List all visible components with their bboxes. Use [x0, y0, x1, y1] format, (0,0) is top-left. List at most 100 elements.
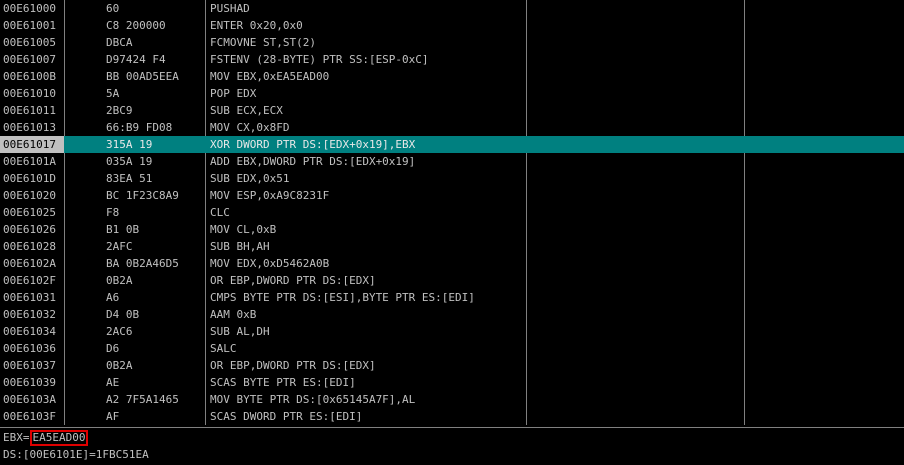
row-address: 00E61032	[3, 308, 56, 321]
row-instruction: MOV EBX,0xEA5EAD00	[210, 70, 330, 83]
row-instruction: OR EBP,DWORD PTR DS:[EDX]	[210, 359, 376, 372]
ebx-value-highlight: EA5EAD00	[29, 430, 89, 446]
row-address: 00E6101D	[3, 172, 56, 185]
row-instruction: AAM 0xB	[210, 308, 257, 321]
row-hex-bytes: BB 00AD5EEA	[106, 70, 179, 83]
disassembly-row[interactable]: 00E61028 2AFC SUB BH,AH	[0, 238, 904, 255]
disassembly-row[interactable]: 00E61037 0B2A OR EBP,DWORD PTR DS:[EDX]	[0, 357, 904, 374]
row-hex-bytes: 2AC6	[106, 325, 133, 338]
row-hex-bytes: 2AFC	[106, 240, 133, 253]
row-instruction: MOV CX,0x8FD	[210, 121, 290, 134]
row-address: 00E6100B	[3, 70, 56, 83]
row-hex-bytes: BA 0B2A46D5	[106, 257, 179, 270]
disassembly-row[interactable]: 00E61011 2BC9 SUB ECX,ECX	[0, 102, 904, 119]
disassembly-row[interactable]: 00E6101A 035A 19 ADD EBX,DWORD PTR DS:[EDX…	[0, 153, 904, 170]
disassembly-row[interactable]: 00E61039 AE SCAS BYTE PTR ES:[EDI]	[0, 374, 904, 391]
row-hex-bytes: B1 0B	[106, 223, 140, 236]
row-address: 00E6102F	[3, 274, 56, 287]
row-instruction: FSTENV (28-BYTE) PTR SS:[ESP-0xC]	[210, 53, 429, 66]
row-hex-bytes: 66:B9 FD08	[106, 121, 173, 134]
row-address: 00E61028	[3, 240, 56, 253]
row-instruction: SUB BH,AH	[210, 240, 270, 253]
row-hex-bytes: C8 200000	[106, 19, 166, 32]
row-instruction: SALC	[210, 342, 237, 355]
row-address: 00E61013	[3, 121, 56, 134]
row-hex-bytes: AE	[106, 376, 120, 389]
row-instruction: ENTER 0x20,0x0	[210, 19, 303, 32]
row-hex-bytes: A6	[106, 291, 120, 304]
disassembly-row[interactable]: 00E61034 2AC6 SUB AL,DH	[0, 323, 904, 340]
row-hex-bytes: 035A 19	[106, 155, 153, 168]
row-instruction: MOV EDX,0xD5462A0B	[210, 257, 330, 270]
row-hex-bytes: 60	[106, 2, 120, 15]
disassembly-row[interactable]: 00E61025 F8 CLC	[0, 204, 904, 221]
disassembly-row-selected[interactable]: 00E61017 315A 19 XOR DWORD PTR DS:[EDX+0x1…	[0, 136, 904, 153]
disassembly-row[interactable]: 00E6102A BA 0B2A46D5 MOV EDX,0xD5462A0B	[0, 255, 904, 272]
row-hex-bytes: 315A 19	[106, 138, 153, 151]
row-instruction: SUB AL,DH	[210, 325, 270, 338]
disassembly-row[interactable]: 00E61026 B1 0B MOV CL,0xB	[0, 221, 904, 238]
disassembly-row[interactable]: 00E6103F AF SCAS DWORD PTR ES:[EDI]	[0, 408, 904, 425]
disassembly-row[interactable]: 00E61005 DBCA FCMOVNE ST,ST(2)	[0, 34, 904, 51]
info-pane[interactable]: EBX= EA5EAD00 DS:[00E6101E]=1FBC51EA	[0, 427, 904, 465]
row-instruction: SCAS DWORD PTR ES:[EDI]	[210, 410, 363, 423]
disassembly-row[interactable]: 00E61010 5A POP EDX	[0, 85, 904, 102]
row-address: 00E61020	[3, 189, 56, 202]
disassembly-row[interactable]: 00E61020 BC 1F23C8A9 MOV ESP,0xA9C8231F	[0, 187, 904, 204]
disassembly-row[interactable]: 00E61001 C8 200000 ENTER 0x20,0x0	[0, 17, 904, 34]
row-address: 00E61039	[3, 376, 56, 389]
row-instruction: SCAS BYTE PTR ES:[EDI]	[210, 376, 356, 389]
row-address: 00E61031	[3, 291, 56, 304]
row-hex-bytes: D4 0B	[106, 308, 140, 321]
row-address: 00E61034	[3, 325, 56, 338]
row-address: 00E61036	[3, 342, 56, 355]
row-address: 00E61037	[3, 359, 56, 372]
row-instruction: SUB EDX,0x51	[210, 172, 290, 185]
row-address: 00E61000	[3, 2, 56, 15]
row-address: 00E61010	[3, 87, 56, 100]
row-address: 00E6101A	[3, 155, 56, 168]
disassembly-row[interactable]: 00E6102F 0B2A OR EBP,DWORD PTR DS:[EDX]	[0, 272, 904, 289]
disassembly-row[interactable]: 00E6103A A2 7F5A1465 MOV BYTE PTR DS:[0x65…	[0, 391, 904, 408]
ds-info-line: DS:[00E6101E]=1FBC51EA	[3, 448, 149, 461]
row-instruction: MOV ESP,0xA9C8231F	[210, 189, 330, 202]
row-address: 00E61017	[0, 136, 64, 153]
row-hex-bytes: AF	[106, 410, 120, 423]
row-hex-bytes: 0B2A	[106, 274, 133, 287]
row-instruction: PUSHAD	[210, 2, 250, 15]
row-address: 00E61001	[3, 19, 56, 32]
row-instruction: POP EDX	[210, 87, 257, 100]
row-instruction: XOR DWORD PTR DS:[EDX+0x19],EBX	[210, 138, 416, 151]
row-instruction: FCMOVNE ST,ST(2)	[210, 36, 316, 49]
row-hex-bytes: D97424 F4	[106, 53, 166, 66]
disassembly-pane[interactable]: 00E61000 60 PUSHAD 00E61001 C8 200000 ENTER 0…	[0, 0, 904, 425]
disassembly-row[interactable]: 00E61013 66:B9 FD08 MOV CX,0x8FD	[0, 119, 904, 136]
disassembly-row[interactable]: 00E61000 60 PUSHAD	[0, 0, 904, 17]
row-hex-bytes: 83EA 51	[106, 172, 153, 185]
row-instruction: CMPS BYTE PTR DS:[ESI],BYTE PTR ES:[EDI]	[210, 291, 475, 304]
ebx-label: EBX=	[3, 431, 30, 444]
disassembly-row[interactable]: 00E6100B BB 00AD5EEA MOV EBX,0xEA5EAD00	[0, 68, 904, 85]
row-address: 00E6103F	[3, 410, 56, 423]
row-instruction: MOV CL,0xB	[210, 223, 277, 236]
row-hex-bytes: A2 7F5A1465	[106, 393, 179, 406]
disassembly-row[interactable]: 00E61007 D97424 F4 FSTENV (28-BYTE) PTR SS…	[0, 51, 904, 68]
disassembly-row[interactable]: 00E6101D 83EA 51 SUB EDX,0x51	[0, 170, 904, 187]
row-instruction: SUB ECX,ECX	[210, 104, 283, 117]
disassembly-row[interactable]: 00E61031 A6 CMPS BYTE PTR DS:[ESI],BYTE PT…	[0, 289, 904, 306]
disassembly-row[interactable]: 00E61036 D6 SALC	[0, 340, 904, 357]
disassembly-row[interactable]: 00E61032 D4 0B AAM 0xB	[0, 306, 904, 323]
row-hex-bytes: F8	[106, 206, 120, 219]
row-address: 00E6102A	[3, 257, 56, 270]
row-hex-bytes: BC 1F23C8A9	[106, 189, 179, 202]
row-hex-bytes: DBCA	[106, 36, 133, 49]
row-instruction: CLC	[210, 206, 230, 219]
row-hex-bytes: 0B2A	[106, 359, 133, 372]
row-instruction: ADD EBX,DWORD PTR DS:[EDX+0x19]	[210, 155, 416, 168]
row-address: 00E61011	[3, 104, 56, 117]
row-address: 00E61025	[3, 206, 56, 219]
ebx-info-line: EBX= EA5EAD00	[3, 430, 89, 446]
row-address: 00E61026	[3, 223, 56, 236]
row-hex-bytes: 5A	[106, 87, 120, 100]
row-instruction: OR EBP,DWORD PTR DS:[EDX]	[210, 274, 376, 287]
